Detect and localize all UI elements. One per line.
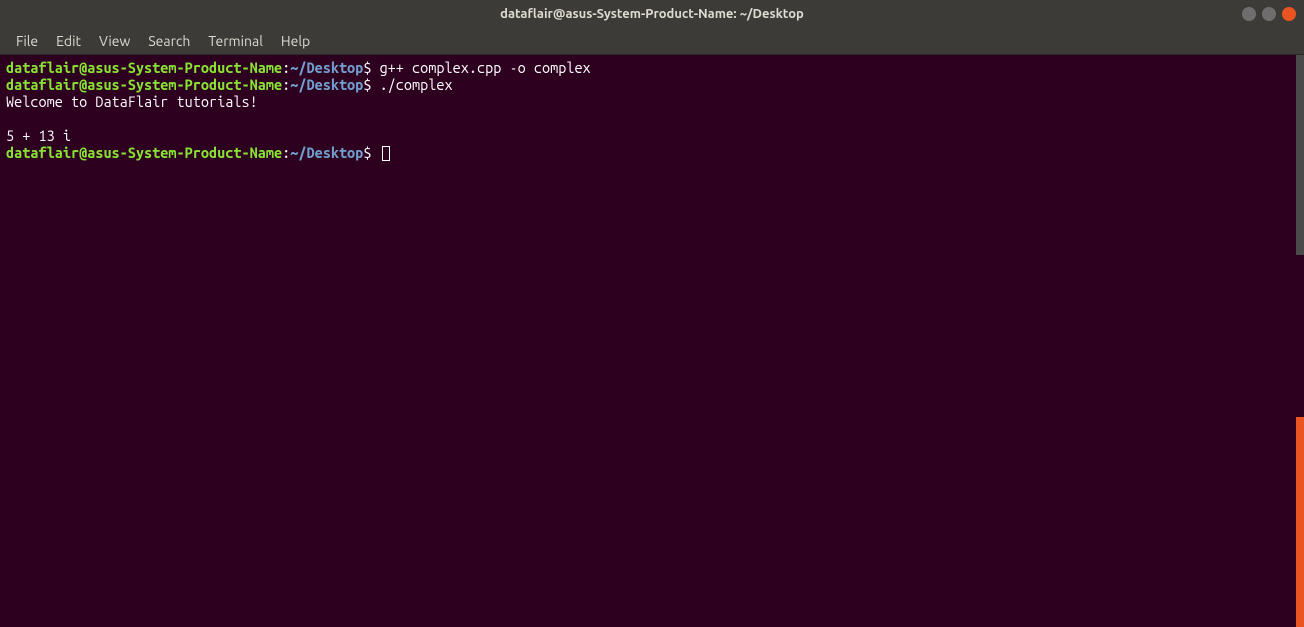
terminal-line: Welcome to DataFlair tutorials! [6,93,1298,110]
prompt-path: ~/Desktop [290,59,363,76]
prompt-dollar: $ [363,144,379,161]
prompt-colon: : [282,59,290,76]
prompt-user-host: dataflair@asus-System-Product-Name [6,144,282,161]
window-title: dataflair@asus-System-Product-Name: ~/De… [500,7,804,21]
scrollbar-thumb-bottom[interactable] [1296,417,1304,627]
titlebar: dataflair@asus-System-Product-Name: ~/De… [0,0,1304,28]
prompt-user-host: dataflair@asus-System-Product-Name [6,59,282,76]
prompt-user-host: dataflair@asus-System-Product-Name [6,76,282,93]
window-controls [1242,7,1296,21]
scrollbar-thumb-top[interactable] [1296,55,1304,255]
terminal-line [6,110,1298,127]
terminal-line: dataflair@asus-System-Product-Name:~/Des… [6,144,1298,161]
maximize-button[interactable] [1262,7,1276,21]
prompt-colon: : [282,76,290,93]
prompt-path: ~/Desktop [290,76,363,93]
menu-search[interactable]: Search [140,30,198,52]
prompt-dollar: $ [363,59,379,76]
terminal-line: 5 + 13 i [6,127,1298,144]
prompt-path: ~/Desktop [290,144,363,161]
close-button[interactable] [1282,7,1296,21]
terminal-body[interactable]: dataflair@asus-System-Product-Name:~/Des… [0,55,1304,627]
command-text: ./complex [380,76,453,93]
minimize-button[interactable] [1242,7,1256,21]
menubar: File Edit View Search Terminal Help [0,28,1304,55]
cursor [382,146,390,161]
terminal-line: dataflair@asus-System-Product-Name:~/Des… [6,59,1298,76]
terminal-window: dataflair@asus-System-Product-Name: ~/De… [0,0,1304,627]
menu-view[interactable]: View [91,30,138,52]
prompt-colon: : [282,144,290,161]
menu-help[interactable]: Help [273,30,318,52]
menu-file[interactable]: File [8,30,46,52]
command-text: g++ complex.cpp -o complex [380,59,591,76]
terminal-line: dataflair@asus-System-Product-Name:~/Des… [6,76,1298,93]
scrollbar-track[interactable] [1296,55,1304,627]
prompt-dollar: $ [363,76,379,93]
menu-edit[interactable]: Edit [48,30,89,52]
menu-terminal[interactable]: Terminal [200,30,271,52]
